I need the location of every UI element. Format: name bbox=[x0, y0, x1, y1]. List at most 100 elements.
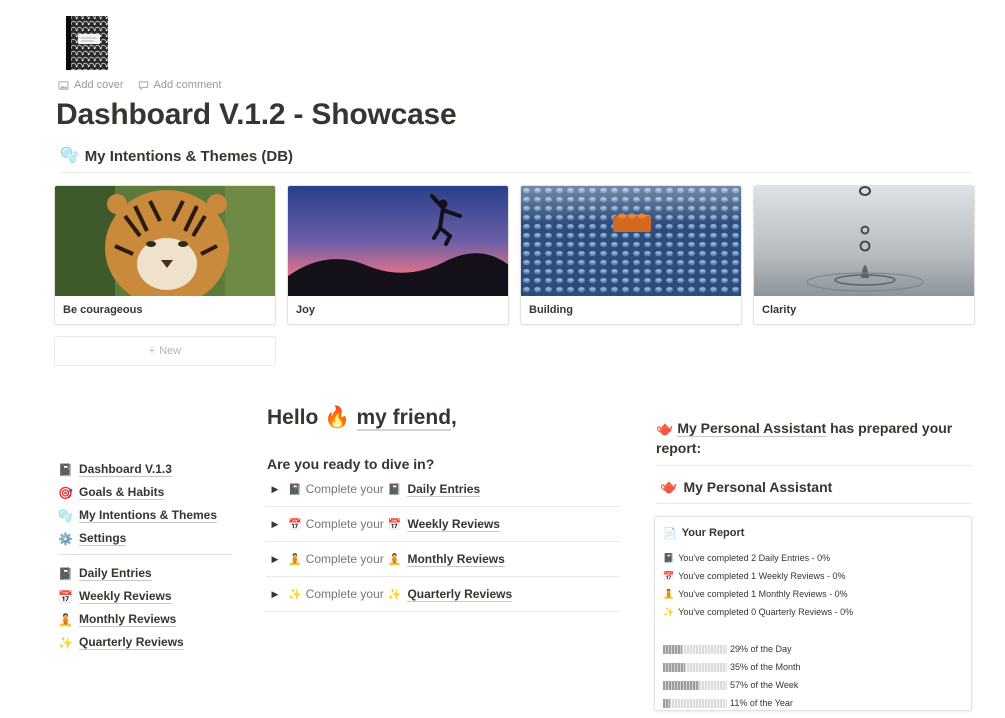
nav-link-quarterly-reviews[interactable]: ✨ Quarterly Reviews bbox=[58, 631, 232, 654]
progress-bar-fill bbox=[663, 680, 700, 690]
nav-link-goals[interactable]: 🎯 Goals & Habits bbox=[58, 481, 232, 504]
toggle-prefix: Complete your bbox=[305, 482, 384, 496]
report-line: 📅 You've completed 1 Weekly Reviews - 0% bbox=[663, 569, 971, 587]
report-line: 🧘 You've completed 1 Monthly Reviews - 0… bbox=[663, 587, 971, 605]
assistant-title: 🫖 My Personal Assistant bbox=[660, 478, 832, 495]
comment-icon bbox=[138, 80, 148, 90]
calendar-icon: 📅 bbox=[58, 589, 73, 604]
nav-link-label: My Intentions & Themes bbox=[79, 508, 218, 523]
calendar-icon: 📅 bbox=[387, 518, 402, 531]
toggle-link[interactable]: Weekly Reviews bbox=[407, 517, 500, 532]
gallery-card[interactable]: Clarity bbox=[753, 185, 975, 325]
nav-link-intentions[interactable]: 🫧 My Intentions & Themes bbox=[58, 504, 232, 527]
toggle-prefix: Complete your bbox=[305, 552, 384, 566]
notebook-icon: 📓 bbox=[58, 462, 73, 477]
nav-link-label: Daily Entries bbox=[79, 566, 152, 581]
toggle-quarterly-reviews[interactable]: ▶ ✨ Complete your ✨ Quarterly Reviews bbox=[266, 577, 620, 612]
gallery-card[interactable]: Joy bbox=[287, 185, 509, 325]
add-comment-button[interactable]: Add comment bbox=[138, 79, 221, 91]
toggle-weekly-reviews[interactable]: ▶ 📅 Complete your 📅 Weekly Reviews bbox=[266, 507, 620, 542]
card-title: Building bbox=[529, 304, 573, 316]
teapot-icon: 🫖 bbox=[660, 478, 678, 494]
sparkles-icon: ✨ bbox=[387, 588, 402, 601]
card-title: Joy bbox=[296, 304, 315, 316]
page-notebook-icon[interactable] bbox=[60, 14, 110, 72]
nav-link-monthly-reviews[interactable]: 🧘 Monthly Reviews bbox=[58, 608, 232, 631]
add-cover-button[interactable]: Add cover bbox=[58, 79, 124, 91]
nav-link-dashboard[interactable]: 📓 Dashboard V.1.3 bbox=[58, 458, 232, 481]
progress-bar-fill bbox=[663, 698, 671, 708]
progress-row: 29% of the Day bbox=[663, 640, 971, 658]
assistant-link[interactable]: My Personal Assistant bbox=[677, 420, 827, 437]
report-line-text: You've completed 2 Daily Entries - 0% bbox=[678, 553, 831, 563]
notebook-icon: 📓 bbox=[58, 566, 73, 581]
divider bbox=[656, 503, 972, 504]
database-title[interactable]: My Intentions & Themes (DB) bbox=[85, 147, 293, 167]
toggle-triangle-icon[interactable]: ▶ bbox=[266, 484, 284, 495]
progress-label: 29% of the Day bbox=[730, 644, 792, 654]
progress-label: 35% of the Month bbox=[730, 662, 801, 672]
nav-link-label: Weekly Reviews bbox=[79, 589, 172, 604]
nav-link-weekly-reviews[interactable]: 📅 Weekly Reviews bbox=[58, 585, 232, 608]
toggle-link[interactable]: Daily Entries bbox=[407, 482, 481, 497]
plus-icon: + bbox=[148, 345, 156, 357]
nav-link-label: Settings bbox=[79, 531, 127, 546]
report-line-text: You've completed 0 Quarterly Reviews - 0… bbox=[678, 607, 854, 617]
nav-link-label: Monthly Reviews bbox=[79, 612, 177, 627]
teapot-icon: 🫖 bbox=[656, 420, 674, 436]
progress-bar bbox=[663, 662, 727, 672]
bubbles-icon: 🫧 bbox=[58, 508, 73, 523]
assistant-title-text: My Personal Assistant bbox=[683, 478, 833, 495]
toggle-link[interactable]: Monthly Reviews bbox=[407, 552, 505, 567]
lego-image bbox=[521, 186, 741, 296]
meditation-icon: 🧘 bbox=[663, 589, 675, 599]
card-title: Be courageous bbox=[63, 304, 143, 316]
toggle-triangle-icon[interactable]: ▶ bbox=[266, 519, 284, 530]
report-title-text: Your Report bbox=[681, 527, 745, 539]
notebook-icon: 📓 bbox=[288, 483, 302, 496]
toggle-prefix: Complete your bbox=[305, 517, 384, 531]
progress-bar bbox=[663, 698, 727, 708]
report-line-text: You've completed 1 Monthly Reviews - 0% bbox=[678, 589, 848, 599]
gallery-view: Be courageous Joy Building Clarity bbox=[54, 185, 975, 325]
report-line-text: You've completed 1 Weekly Reviews - 0% bbox=[678, 571, 846, 581]
progress-row: 57% of the Week bbox=[663, 676, 971, 694]
nav-link-daily-entries[interactable]: 📓 Daily Entries bbox=[58, 562, 232, 585]
add-cover-label: Add cover bbox=[74, 79, 124, 91]
report-line: ✨ You've completed 0 Quarterly Reviews -… bbox=[663, 605, 971, 623]
toggle-prefix: Complete your bbox=[305, 587, 384, 601]
progress-bar-fill bbox=[663, 644, 682, 654]
toggle-monthly-reviews[interactable]: ▶ 🧘 Complete your 🧘 Monthly Reviews bbox=[266, 542, 620, 577]
progress-bar bbox=[663, 680, 727, 690]
subheading: Are you ready to dive in? bbox=[267, 456, 435, 472]
water-drop-image bbox=[754, 186, 974, 296]
gallery-card[interactable]: Be courageous bbox=[54, 185, 276, 325]
meditation-icon: 🧘 bbox=[387, 553, 402, 566]
toggle-daily-entries[interactable]: ▶ 📓 Complete your 📓 Daily Entries bbox=[266, 472, 620, 507]
page-controls: Add cover Add comment bbox=[58, 79, 221, 91]
progress-label: 57% of the Week bbox=[730, 680, 799, 690]
report-card[interactable]: 📄 Your Report 📓 You've completed 2 Daily… bbox=[654, 516, 972, 711]
toggle-link[interactable]: Quarterly Reviews bbox=[407, 587, 513, 602]
new-card-button[interactable]: + New bbox=[54, 336, 276, 366]
meditation-icon: 🧘 bbox=[288, 553, 302, 566]
toggle-triangle-icon[interactable]: ▶ bbox=[266, 554, 284, 565]
sparkles-icon: ✨ bbox=[663, 607, 675, 617]
database-header: 🫧 My Intentions & Themes (DB) bbox=[60, 147, 972, 173]
hello-text: Hello bbox=[267, 406, 319, 429]
calendar-icon: 📅 bbox=[288, 518, 302, 531]
report-lines: 📓 You've completed 2 Daily Entries - 0% … bbox=[663, 551, 971, 623]
nav-link-label: Goals & Habits bbox=[79, 485, 165, 500]
toggle-triangle-icon[interactable]: ▶ bbox=[266, 589, 284, 600]
nav-link-settings[interactable]: ⚙️ Settings bbox=[58, 527, 232, 550]
toggle-list: ▶ 📓 Complete your 📓 Daily Entries ▶ 📅 Co… bbox=[266, 472, 620, 612]
comma-text: , bbox=[451, 406, 457, 429]
gear-icon: ⚙️ bbox=[58, 531, 73, 546]
friend-link[interactable]: my friend bbox=[356, 406, 452, 431]
nav-link-label: Dashboard V.1.3 bbox=[79, 462, 172, 477]
progress-bar bbox=[663, 644, 727, 654]
sparkles-icon: ✨ bbox=[58, 635, 73, 650]
nav-link-label: Quarterly Reviews bbox=[79, 635, 184, 650]
progress-row: 35% of the Month bbox=[663, 658, 971, 676]
gallery-card[interactable]: Building bbox=[520, 185, 742, 325]
